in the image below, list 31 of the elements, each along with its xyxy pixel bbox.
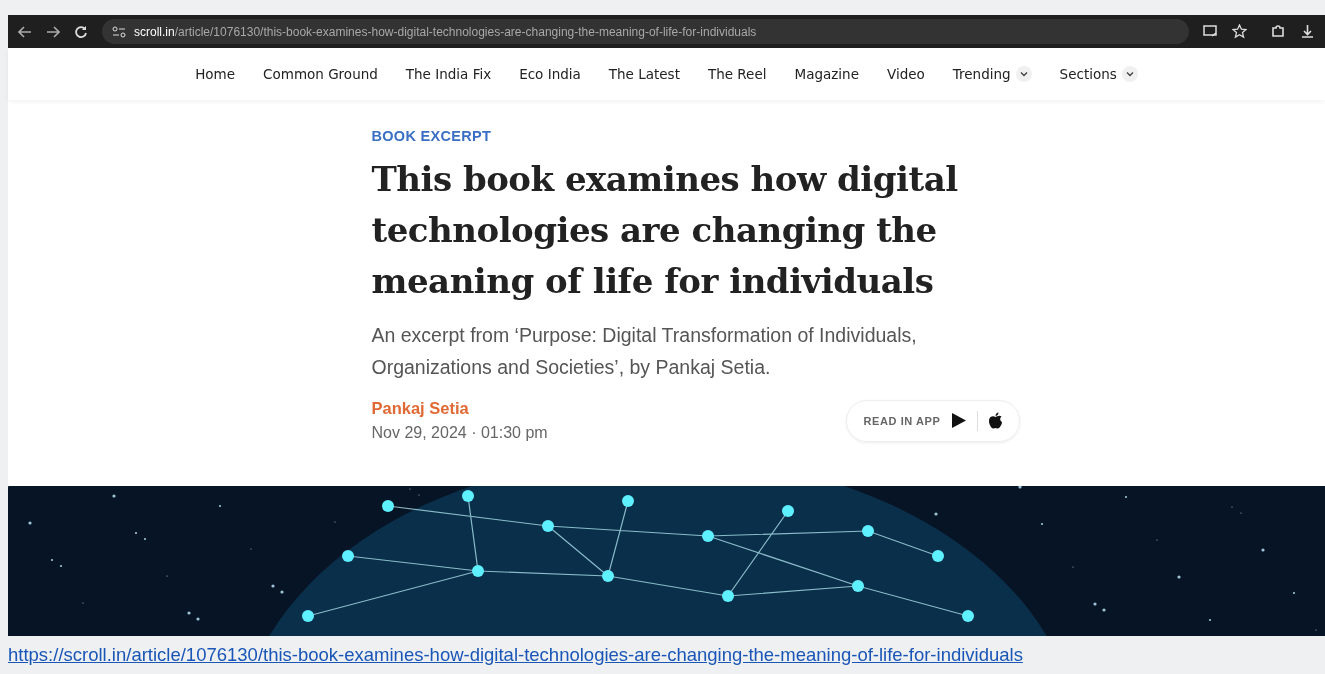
- reload-icon[interactable]: [74, 24, 88, 39]
- publish-date: Nov 29, 2024 · 01:30 pm: [371, 424, 548, 442]
- puzzle-icon[interactable]: [1271, 24, 1286, 39]
- nav-link[interactable]: Magazine: [794, 66, 859, 82]
- apple-icon[interactable]: [987, 412, 1003, 429]
- article-url-link[interactable]: https://scroll.in/article/1076130/this-book-examines-how-digital-technologies-are-changing-the-meaning-of-life-for-individuals: [8, 644, 1325, 666]
- address-bar[interactable]: scroll.in/article/1076130/this-book-examines-how-digital-technologies-are-changing-the-meaning-of-life-for-individuals: [102, 19, 1189, 44]
- download-icon[interactable]: [1300, 24, 1315, 39]
- category-label[interactable]: BOOK EXCERPT: [371, 128, 1032, 144]
- chevron-icon: [1121, 66, 1138, 82]
- nav-link[interactable]: Sections: [1059, 66, 1138, 82]
- back-icon[interactable]: [18, 25, 32, 38]
- nav-link[interactable]: Video: [886, 66, 925, 82]
- chevron-icon: [1015, 66, 1032, 82]
- url-domain: scroll.in: [134, 24, 175, 39]
- forward-icon[interactable]: [46, 25, 60, 38]
- nav-link[interactable]: Trending: [952, 66, 1032, 82]
- nav-link[interactable]: Eco India: [519, 66, 581, 82]
- url-path: /article/1076130/this-book-examines-how-digital-technologies-are-changing-the-meaning-of-life-for-individuals: [174, 24, 757, 39]
- nav-link[interactable]: The Reel: [707, 66, 767, 82]
- nav-link[interactable]: Home: [195, 66, 236, 82]
- nav-link[interactable]: The Latest: [608, 66, 680, 82]
- article-title: This book examines how digital technologies are changing the meaning of life for individuals: [371, 158, 959, 303]
- nav-link[interactable]: The India Fix: [405, 66, 492, 82]
- site-settings-icon[interactable]: [112, 25, 126, 38]
- cast-icon[interactable]: [1203, 25, 1218, 38]
- play-store-icon[interactable]: [950, 412, 967, 429]
- read-in-app-label: READ IN APP: [863, 414, 941, 427]
- nav-link[interactable]: Common Ground: [263, 66, 378, 82]
- bookmark-star-icon[interactable]: [1232, 24, 1247, 39]
- article-subtitle: An excerpt from ‘Purpose: Digital Transformation of Individuals, Organizations and Societies’, by Pankaj Setia.: [371, 323, 918, 380]
